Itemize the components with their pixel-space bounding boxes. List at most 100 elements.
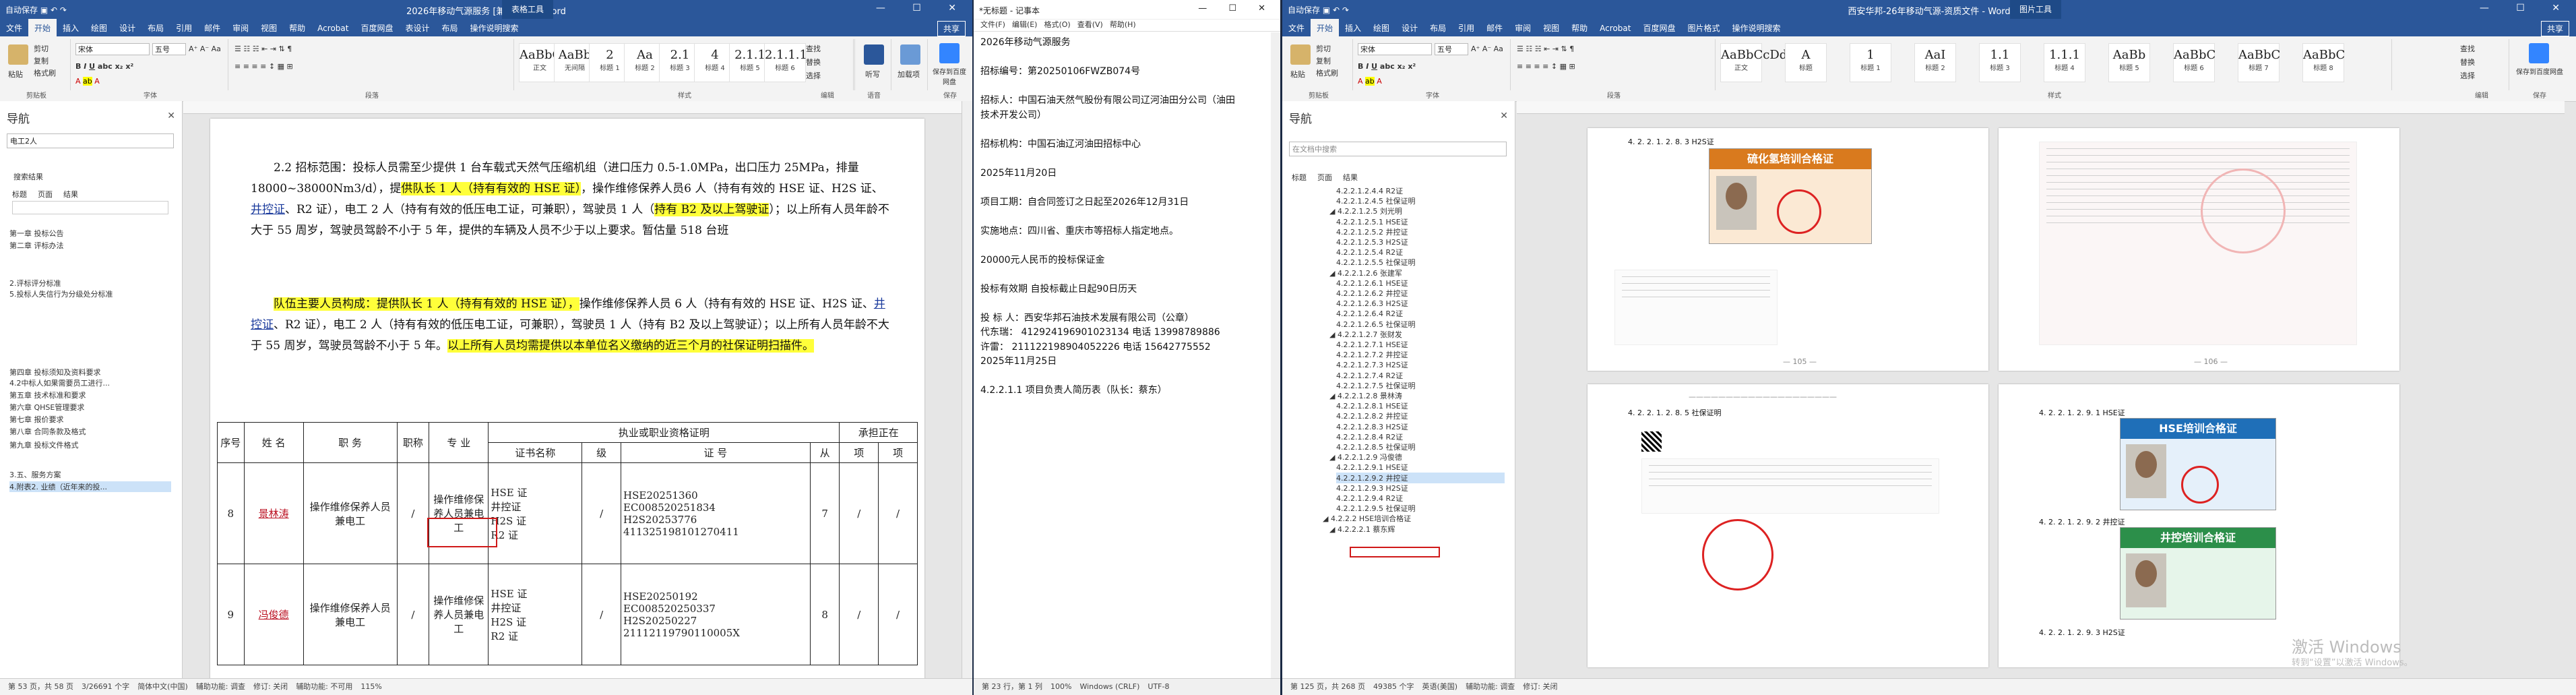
tab-6[interactable]: 引用	[1452, 19, 1480, 37]
nav-item[interactable]: ◢ 4.2.2.2 HSE培训合格证	[1323, 513, 1491, 524]
hse-certificate-image[interactable]: HSE培训合格证	[2120, 418, 2276, 510]
find-button[interactable]: 查找	[806, 43, 821, 54]
tab-1[interactable]: 开始	[28, 19, 57, 37]
tab-12[interactable]: 百度网盘	[1637, 19, 1681, 37]
copy-button[interactable]: 复制	[1316, 55, 1331, 66]
nav-item[interactable]: 4.2.2.1.2.6.3 H2S证	[1336, 298, 1505, 309]
notepad-scrollbar[interactable]	[1271, 32, 1280, 679]
nav-item[interactable]: 第二章 评标办法	[9, 240, 171, 251]
window-controls[interactable]: — ☐ ✕	[876, 3, 968, 13]
share-button[interactable]: 共享	[937, 21, 966, 36]
save-baidu-button[interactable]: 保存到百度网盘	[930, 66, 969, 86]
font-size-box[interactable]: 五号	[152, 43, 186, 55]
nav-item[interactable]: 4.2.2.1.2.8.5 社保证明	[1336, 442, 1505, 452]
paste-button[interactable]: 粘贴	[8, 69, 23, 80]
nav-item[interactable]: ◢ 4.2.2.1.2.7 张财发	[1329, 329, 1498, 340]
tab-11[interactable]: Acrobat	[1594, 20, 1637, 36]
nav-item[interactable]: 4.2.2.1.2.7.4 R2证	[1336, 370, 1505, 381]
nav-item[interactable]: 第一章 投标公告	[9, 228, 171, 239]
save-baidu-button[interactable]: 保存到百度网盘	[2515, 66, 2564, 76]
menu-item[interactable]: 编辑(E)	[1012, 20, 1038, 29]
nav-item[interactable]: ◢ 4.2.2.1.2.5 刘光明	[1329, 206, 1498, 216]
tab-14[interactable]: 操作说明搜索	[1726, 19, 1787, 37]
style-5[interactable]: 1.1.1 标题 4	[2044, 43, 2085, 82]
nav-tab-2[interactable]: 结果	[1343, 173, 1358, 182]
nav-item[interactable]: 4.2中标人如果需要员工进行...	[9, 377, 171, 388]
nav-item[interactable]: 4.2.2.1.2.8.1 HSE证	[1336, 400, 1505, 411]
nav-tab-0[interactable]: 标题	[1292, 173, 1307, 182]
tab-6[interactable]: 引用	[170, 19, 198, 37]
nav-item[interactable]: 4.2.2.1.2.9.4 R2证	[1336, 493, 1505, 504]
style-2[interactable]: 1 标题 1	[1850, 43, 1891, 82]
tab-3[interactable]: 绘图	[1367, 19, 1395, 37]
font-format-icons[interactable]: B I U abc x₂ x²	[75, 62, 133, 71]
font-color-icons[interactable]: A ab A	[1358, 77, 1382, 86]
tab-9[interactable]: 视图	[255, 19, 283, 37]
nav-item[interactable]: 4.2.2.1.2.5.1 HSE证	[1336, 216, 1505, 227]
document-area[interactable]: 2.2 招标范围：投标人员需至少提供 1 台车载式天然气压缩机组（进口压力 0.…	[183, 101, 962, 679]
nav-item[interactable]: 第六章 QHSE管理要求	[9, 402, 171, 413]
nav-item[interactable]: 4.2.2.1.2.9.5 社保证明	[1336, 503, 1505, 514]
nav-item[interactable]: 4.2.2.1.2.9.2 井控证	[1336, 472, 1505, 483]
nav-item[interactable]: 4.2.2.1.2.7.5 社保证明	[1336, 380, 1505, 391]
nav-item[interactable]: 第四章 投标须知及资料要求	[9, 367, 171, 377]
nav-item[interactable]: 4.2.2.1.2.6.2 井控证	[1336, 288, 1505, 299]
nav-item[interactable]: ◢ 4.2.2.1.2.8 景林涛	[1329, 390, 1498, 401]
window-controls[interactable]: — ☐ ✕	[1198, 3, 1275, 13]
nav-item[interactable]: 4.2.2.1.2.5.4 R2证	[1336, 247, 1505, 258]
style-7[interactable]: AaBbC 标题 6	[2173, 43, 2216, 82]
nav-item[interactable]: 4.2.2.1.2.5.2 井控证	[1336, 226, 1505, 237]
well-control-certificate-image[interactable]: 井控培训合格证	[2120, 527, 2276, 620]
nav-tab-0[interactable]: 标题	[12, 190, 27, 199]
nav-item[interactable]: 4.2.2.1.2.4.4 R2证	[1336, 185, 1505, 196]
nav-item[interactable]: ◢ 4.2.2.1.2.9 冯俊德	[1329, 452, 1498, 462]
nav-item[interactable]: 4.2.2.1.2.4.5 社保证明	[1336, 195, 1505, 206]
nav-item[interactable]: 3.五、服务方案	[9, 469, 171, 480]
replace-button[interactable]: 替换	[2460, 57, 2475, 67]
font-name-box[interactable]: 宋体	[1358, 43, 1432, 55]
menu-item[interactable]: 文件(F)	[980, 20, 1005, 29]
tab-2[interactable]: 插入	[1339, 19, 1367, 37]
style-1[interactable]: A 标题	[1785, 43, 1827, 82]
nav-search-input[interactable]: 电工2人	[7, 133, 174, 148]
replace-button[interactable]: 替换	[806, 57, 821, 67]
nav-item[interactable]: 第八章 合同条款及格式	[9, 426, 171, 437]
nav-tab-1[interactable]: 页面	[1317, 173, 1332, 182]
style-8[interactable]: AaBbC 标题 7	[2238, 43, 2280, 82]
tab-7[interactable]: 邮件	[1480, 19, 1509, 37]
style-0[interactable]: AaBbCcDd 正文	[1720, 43, 1787, 82]
close-icon[interactable]: ✕	[1500, 111, 1508, 121]
font-format-icons[interactable]: B I U abc x₂ x²	[1358, 62, 1416, 71]
share-button[interactable]: 共享	[2540, 21, 2569, 36]
align-icons[interactable]: ≡ ≡ ≡ ≡ ↕ ▦ ⊞	[1517, 62, 1575, 71]
find-button[interactable]: 查找	[2460, 43, 2475, 54]
tab-10[interactable]: 帮助	[1565, 19, 1594, 37]
tab-5[interactable]: 布局	[1424, 19, 1452, 37]
menu-item[interactable]: 格式(O)	[1044, 20, 1070, 29]
addins-button[interactable]: 加载项	[898, 69, 920, 80]
nav-item[interactable]: 第五章 技术标准和要求	[9, 390, 171, 400]
font-name-box[interactable]: 宋体	[75, 43, 150, 55]
nav-item[interactable]: ◢ 4.2.2.2.1 蔡东辉	[1329, 524, 1498, 535]
nav-item[interactable]: 4.2.2.1.2.8.4 R2证	[1336, 431, 1505, 442]
nav-item[interactable]: 4.2.2.1.2.9.1 HSE证	[1336, 462, 1505, 473]
nav-item[interactable]: 4.2.2.1.2.5.5 社保证明	[1336, 257, 1505, 268]
format-painter-button[interactable]: 格式刷	[1316, 67, 1338, 78]
tab-7[interactable]: 邮件	[198, 19, 226, 37]
nav-search-input[interactable]: 在文档中搜索	[1289, 142, 1507, 156]
tab-8[interactable]: 审阅	[1509, 19, 1537, 37]
nav-tab-2[interactable]: 结果	[63, 190, 78, 199]
list-icons[interactable]: ☰ ☷ ☵ ⇤ ⇥ ⇅ ¶	[234, 44, 292, 53]
tab-2[interactable]: 插入	[57, 19, 85, 37]
paste-button[interactable]: 粘贴	[1290, 69, 1305, 80]
nav-item[interactable]: 4.2.2.1.2.6.1 HSE证	[1336, 278, 1505, 289]
style-7[interactable]: 2.1.1.1 标题 6	[764, 43, 807, 82]
vertical-scrollbar[interactable]	[962, 101, 972, 679]
font-size-box[interactable]: 五号	[1435, 43, 1468, 55]
grow-font-icon[interactable]: A⁺ A⁻ Aa	[189, 44, 221, 53]
tab-10[interactable]: 帮助	[283, 19, 311, 37]
cut-button[interactable]: 剪切	[34, 43, 49, 54]
style-3[interactable]: AaI 标题 2	[1914, 43, 1956, 82]
style-4[interactable]: 1.1 标题 3	[1979, 43, 2021, 82]
nav-item[interactable]: 4.2.2.1.2.7.3 H2S证	[1336, 359, 1505, 370]
